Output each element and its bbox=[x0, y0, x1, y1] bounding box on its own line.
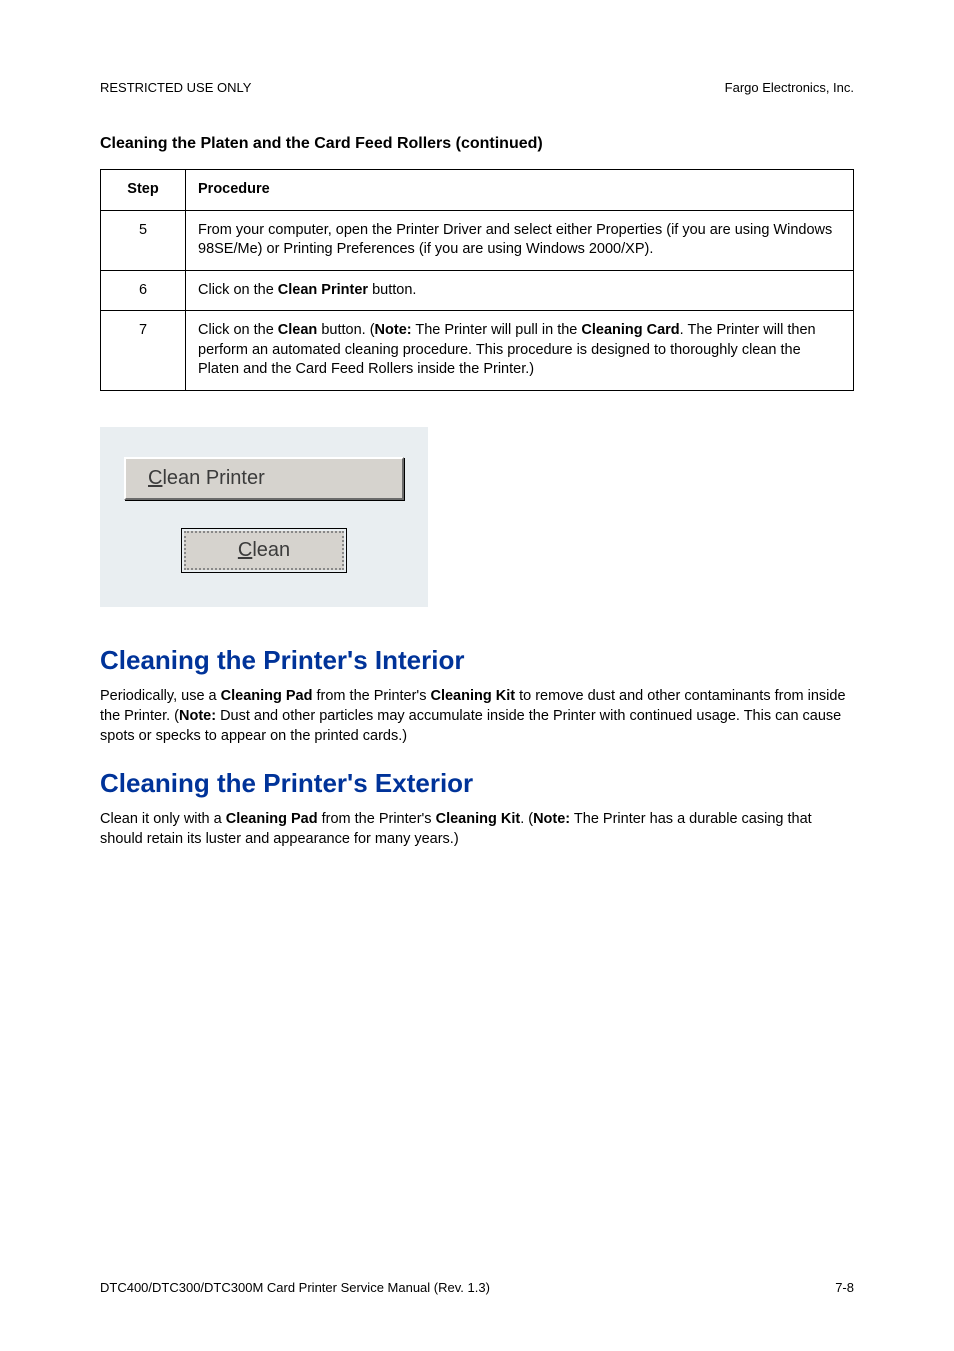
footer-left: DTC400/DTC300/DTC300M Card Printer Servi… bbox=[100, 1280, 490, 1295]
heading-interior: Cleaning the Printer's Interior bbox=[100, 645, 854, 676]
paragraph-exterior: Clean it only with a Cleaning Pad from t… bbox=[100, 809, 854, 849]
page-footer: DTC400/DTC300/DTC300M Card Printer Servi… bbox=[100, 1280, 854, 1295]
col-procedure: Procedure bbox=[186, 170, 854, 211]
page-header: RESTRICTED USE ONLY Fargo Electronics, I… bbox=[100, 80, 854, 95]
procedure-cell: Click on the Clean button. (Note: The Pr… bbox=[186, 311, 854, 391]
step-cell: 5 bbox=[101, 210, 186, 270]
clean-button-default-frame: Clean bbox=[181, 528, 347, 573]
table-row: 6 Click on the Clean Printer button. bbox=[101, 270, 854, 311]
table-row: 7 Click on the Clean button. (Note: The … bbox=[101, 311, 854, 391]
table-row: 5 From your computer, open the Printer D… bbox=[101, 210, 854, 270]
header-right: Fargo Electronics, Inc. bbox=[725, 80, 854, 95]
step-cell: 6 bbox=[101, 270, 186, 311]
button-illustration-panel: Clean Printer Clean bbox=[100, 427, 428, 607]
step-cell: 7 bbox=[101, 311, 186, 391]
section-title: Cleaning the Platen and the Card Feed Ro… bbox=[100, 135, 854, 153]
procedure-cell: Click on the Clean Printer button. bbox=[186, 270, 854, 311]
footer-right: 7-8 bbox=[835, 1280, 854, 1295]
clean-button[interactable]: Clean bbox=[184, 531, 344, 570]
paragraph-interior: Periodically, use a Cleaning Pad from th… bbox=[100, 686, 854, 746]
heading-exterior: Cleaning the Printer's Exterior bbox=[100, 768, 854, 799]
table-header-row: Step Procedure bbox=[101, 170, 854, 211]
procedure-table: Step Procedure 5 From your computer, ope… bbox=[100, 169, 854, 391]
procedure-cell: From your computer, open the Printer Dri… bbox=[186, 210, 854, 270]
clean-printer-button[interactable]: Clean Printer bbox=[124, 457, 404, 500]
header-left: RESTRICTED USE ONLY bbox=[100, 80, 251, 95]
col-step: Step bbox=[101, 170, 186, 211]
